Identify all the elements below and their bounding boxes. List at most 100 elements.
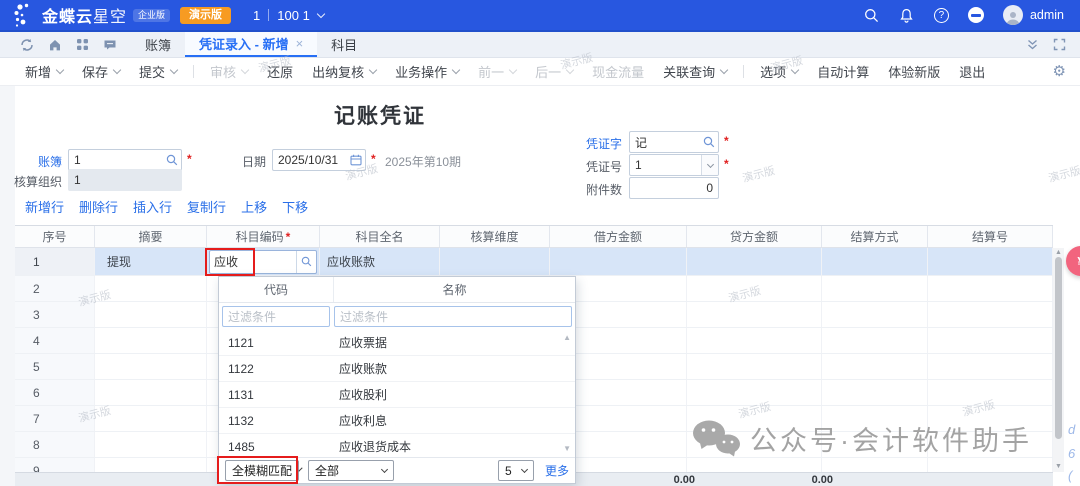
row1-dimension-cell[interactable]	[440, 248, 550, 275]
ledger-label[interactable]: 账簿	[18, 153, 62, 170]
code-filter-input[interactable]	[222, 306, 330, 327]
fullscreen-icon[interactable]	[1053, 38, 1066, 51]
empty-cell[interactable]	[687, 276, 822, 301]
row1-settle-no-cell[interactable]	[928, 248, 1053, 275]
floating-badge[interactable]: ¥	[1066, 246, 1080, 276]
empty-cell[interactable]	[687, 380, 822, 405]
scrollbar-thumb[interactable]	[1055, 257, 1062, 439]
empty-cell[interactable]	[928, 328, 1053, 353]
toolbar-item-5[interactable]: 出纳复核	[312, 62, 376, 81]
empty-cell[interactable]	[95, 380, 207, 405]
search-icon[interactable]	[864, 7, 880, 23]
row1-summary-cell[interactable]: 提现	[95, 248, 207, 275]
ledger-lookup-icon[interactable]	[163, 150, 181, 170]
row-action-1[interactable]: 删除行	[79, 197, 118, 216]
toolbar-item-12[interactable]: 自动计算	[817, 62, 869, 81]
message-icon[interactable]	[103, 38, 117, 52]
help-icon[interactable]: ?	[934, 8, 949, 23]
toolbar-settings-gear-icon[interactable]: ⚙	[1053, 64, 1066, 79]
toolbar-item-10[interactable]: 关联查询	[663, 62, 727, 81]
account-option-1122[interactable]: 1122应收账款	[219, 356, 575, 382]
account-option-1132[interactable]: 1132应收利息	[219, 408, 575, 434]
empty-cell[interactable]	[687, 406, 822, 431]
account-option-1121[interactable]: 1121应收票据	[219, 330, 575, 356]
empty-cell[interactable]	[95, 276, 207, 301]
empty-cell[interactable]	[822, 354, 928, 379]
date-input[interactable]	[273, 153, 347, 167]
ledger-input[interactable]	[69, 153, 163, 167]
account-option-1131[interactable]: 1131应收股利	[219, 382, 575, 408]
empty-cell[interactable]	[95, 328, 207, 353]
apps-grid-icon[interactable]	[76, 38, 89, 51]
toolbar-item-4[interactable]: 还原	[267, 62, 293, 81]
empty-cell[interactable]	[95, 432, 207, 457]
tab-ledger[interactable]: 账簿	[131, 32, 185, 57]
org-selector[interactable]: 1 100 1	[253, 8, 324, 23]
empty-cell[interactable]	[95, 354, 207, 379]
match-mode-select[interactable]: 全模糊匹配	[225, 460, 299, 481]
scroll-down-icon[interactable]: ▼	[1053, 463, 1064, 471]
empty-cell[interactable]	[687, 354, 822, 379]
row1-account-name-cell[interactable]: 应收账款	[320, 248, 440, 275]
empty-cell[interactable]	[928, 380, 1053, 405]
row-action-0[interactable]: 新增行	[25, 197, 64, 216]
sync-icon[interactable]	[20, 38, 34, 52]
empty-cell[interactable]	[95, 302, 207, 327]
empty-cell[interactable]	[928, 302, 1053, 327]
empty-cell[interactable]	[687, 328, 822, 353]
scroll-up-icon[interactable]: ▲	[1053, 249, 1064, 257]
close-tab-icon[interactable]: ×	[296, 36, 304, 51]
row-action-3[interactable]: 复制行	[187, 197, 226, 216]
voucher-word-label[interactable]: 凭证字	[578, 135, 622, 152]
home-icon[interactable]	[48, 38, 62, 52]
grid-vertical-scrollbar[interactable]: ▲ ▼	[1053, 248, 1064, 472]
collapse-tabs-icon[interactable]	[1026, 38, 1039, 51]
name-filter-input[interactable]	[334, 306, 572, 327]
voucher-word-input[interactable]	[630, 135, 700, 149]
tab-accounts[interactable]: 科目	[317, 32, 371, 57]
toolbar-item-13[interactable]: 体验新版	[888, 62, 940, 81]
empty-cell[interactable]	[928, 276, 1053, 301]
more-link[interactable]: 更多	[545, 462, 569, 479]
toolbar-item-1[interactable]: 保存	[82, 62, 120, 81]
empty-cell[interactable]	[822, 328, 928, 353]
account-code-input[interactable]	[210, 251, 296, 273]
toolbar-item-2[interactable]: 提交	[139, 62, 177, 81]
list-scroll-down-icon[interactable]: ▼	[563, 445, 571, 453]
voucher-no-dropdown-icon[interactable]	[701, 155, 718, 175]
empty-cell[interactable]	[928, 406, 1053, 431]
avatar[interactable]	[1003, 5, 1023, 25]
empty-cell[interactable]	[822, 276, 928, 301]
row-action-5[interactable]: 下移	[282, 197, 308, 216]
empty-cell[interactable]	[822, 302, 928, 327]
empty-cell[interactable]	[928, 354, 1053, 379]
empty-cell[interactable]	[95, 406, 207, 431]
toolbar-item-11[interactable]: 选项	[760, 62, 798, 81]
row-action-2[interactable]: 插入行	[133, 197, 172, 216]
calendar-icon[interactable]	[347, 150, 365, 170]
notifications-bell-icon[interactable]	[899, 7, 915, 23]
empty-cell[interactable]	[822, 406, 928, 431]
list-scroll-up-icon[interactable]: ▲	[563, 334, 571, 342]
tab-voucher-entry-new[interactable]: 凭证录入 - 新增 ×	[185, 32, 317, 57]
toolbar-item-6[interactable]: 业务操作	[395, 62, 459, 81]
voucher-word-lookup-icon[interactable]	[700, 132, 718, 152]
row1-debit-cell[interactable]	[550, 248, 687, 275]
voucher-no-input[interactable]	[630, 158, 701, 172]
empty-cell[interactable]	[928, 432, 1053, 457]
page-size-select[interactable]: 5	[498, 460, 534, 481]
row1-settle-method-cell[interactable]	[822, 248, 928, 275]
toolbar-item-14[interactable]: 退出	[959, 62, 985, 81]
empty-cell[interactable]	[687, 302, 822, 327]
row1-credit-cell[interactable]	[687, 248, 822, 275]
empty-cell[interactable]	[822, 380, 928, 405]
account-lookup-icon[interactable]	[296, 251, 316, 273]
do-not-disturb-icon[interactable]	[968, 7, 984, 23]
username[interactable]: admin	[1030, 8, 1064, 22]
empty-cell[interactable]	[687, 432, 822, 457]
toolbar-item-0[interactable]: 新增	[25, 62, 63, 81]
attachments-input[interactable]	[630, 181, 718, 195]
row-action-4[interactable]: 上移	[241, 197, 267, 216]
empty-cell[interactable]	[822, 432, 928, 457]
scope-select[interactable]: 全部	[308, 460, 394, 481]
